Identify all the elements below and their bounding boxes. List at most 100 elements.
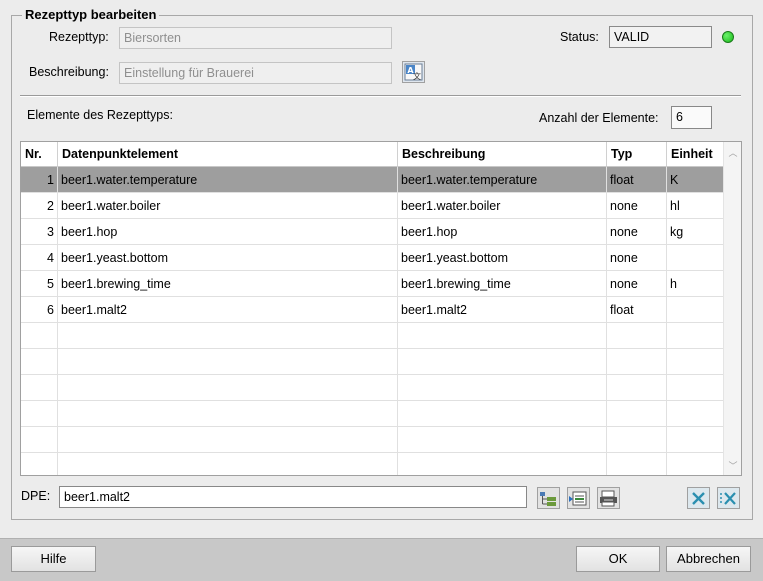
column-header-nr[interactable]: Nr.: [21, 142, 58, 167]
vertical-scrollbar[interactable]: ︿ ﹀: [723, 142, 741, 475]
language-translate-icon: A 文: [404, 63, 423, 81]
rezepttyp-label: Rezepttyp:: [49, 30, 109, 44]
cell-beschreibung: [398, 323, 607, 349]
column-header-typ[interactable]: Typ: [607, 142, 667, 167]
cell-datenpunktelement: beer1.water.boiler: [58, 193, 398, 219]
cell-einheit: [667, 401, 723, 427]
cell-datenpunktelement: beer1.hop: [58, 219, 398, 245]
table-row[interactable]: 4 beer1.yeast.bottom beer1.yeast.bottom non…: [21, 245, 723, 271]
cell-einheit: [667, 245, 723, 271]
cell-datenpunktelement: beer1.brewing_time: [58, 271, 398, 297]
cell-beschreibung: [398, 375, 607, 401]
empty-table-row[interactable]: [21, 349, 723, 375]
replace-element-button[interactable]: [597, 487, 620, 509]
element-count-field: 6: [671, 106, 712, 129]
beschreibung-label: Beschreibung:: [29, 65, 109, 79]
cell-typ: none: [607, 271, 667, 297]
cell-nr: [21, 323, 58, 349]
dp-tree-icon: [540, 491, 556, 506]
replace-element-icon: [600, 490, 617, 506]
empty-table-row[interactable]: [21, 323, 723, 349]
column-header-beschreibung[interactable]: Beschreibung: [398, 142, 607, 167]
rezepttyp-field: Biersorten: [119, 27, 392, 49]
status-field: VALID: [609, 26, 712, 48]
cell-datenpunktelement: beer1.malt2: [58, 297, 398, 323]
empty-table-row[interactable]: [21, 453, 723, 475]
table-row[interactable]: 1 beer1.water.temperature beer1.water.temp…: [21, 167, 723, 193]
cell-typ: [607, 323, 667, 349]
scroll-up-icon[interactable]: ︿: [724, 146, 741, 159]
cell-datenpunktelement: [58, 323, 398, 349]
delete-all-icon: [720, 491, 736, 505]
ok-button[interactable]: OK: [576, 546, 660, 572]
column-header-datenpunktelement[interactable]: Datenpunktelement: [58, 142, 398, 167]
cell-einheit: h: [670, 277, 677, 291]
beschreibung-field: Einstellung für Brauerei: [119, 62, 392, 84]
cell-typ: [607, 453, 667, 475]
cell-datenpunktelement: beer1.water.temperature: [58, 167, 398, 193]
cell-nr: [21, 375, 58, 401]
cell-beschreibung: beer1.brewing_time: [398, 271, 607, 297]
cell-nr: 2: [21, 193, 58, 219]
dp-tree-button[interactable]: [537, 487, 560, 509]
cell-nr: [21, 427, 58, 453]
cell-beschreibung: [398, 401, 607, 427]
cell-beschreibung: beer1.malt2: [398, 297, 607, 323]
svg-text:文: 文: [413, 71, 421, 81]
cell-einheit: [667, 323, 723, 349]
cell-beschreibung: [398, 427, 607, 453]
help-button[interactable]: Hilfe: [11, 546, 96, 572]
empty-table-row[interactable]: [21, 375, 723, 401]
cell-nr: 3: [21, 219, 58, 245]
cell-nr: 4: [21, 245, 58, 271]
scroll-down-icon[interactable]: ﹀: [724, 459, 741, 472]
cell-beschreibung: beer1.yeast.bottom: [398, 245, 607, 271]
cell-einheit: [667, 349, 723, 375]
element-count-label: Anzahl der Elemente:: [539, 111, 659, 125]
insert-element-button[interactable]: [567, 487, 590, 509]
cell-typ: none: [607, 245, 667, 271]
cell-datenpunktelement: [58, 427, 398, 453]
table-header: Nr. Datenpunktelement Beschreibung Typ E…: [21, 142, 723, 167]
column-header-einheit[interactable]: Einheit: [667, 142, 723, 167]
cell-typ: none: [607, 193, 667, 219]
cell-beschreibung: [398, 453, 607, 475]
cell-nr: 5: [21, 271, 58, 297]
delete-element-button[interactable]: [687, 487, 710, 509]
cell-typ: [607, 375, 667, 401]
dpe-label: DPE:: [21, 489, 51, 503]
cell-datenpunktelement: beer1.yeast.bottom: [58, 245, 398, 271]
table-row[interactable]: 2 beer1.water.boiler beer1.water.boiler non…: [21, 193, 723, 219]
cell-datenpunktelement: [58, 453, 398, 475]
language-translate-button[interactable]: A 文: [402, 61, 425, 83]
cell-beschreibung: beer1.water.temperature: [398, 167, 607, 193]
table-row[interactable]: 3 beer1.hop beer1.hop none kg: [21, 219, 723, 245]
cell-nr: [21, 453, 58, 475]
status-led-icon: [722, 31, 734, 43]
empty-table-row[interactable]: [21, 401, 723, 427]
cell-datenpunktelement: [58, 401, 398, 427]
cell-nr: 6: [21, 297, 58, 323]
delete-element-icon: [692, 491, 705, 505]
dialog-title: Rezepttyp bearbeiten: [22, 7, 160, 22]
cell-einheit: [667, 453, 723, 475]
delete-all-button[interactable]: [717, 487, 740, 509]
dpe-input[interactable]: beer1.malt2: [59, 486, 527, 508]
cell-nr: [21, 349, 58, 375]
cell-typ: none: [607, 219, 667, 245]
elements-table[interactable]: Nr. Datenpunktelement Beschreibung Typ E…: [20, 141, 742, 476]
cell-typ: [607, 427, 667, 453]
cell-beschreibung: beer1.hop: [398, 219, 607, 245]
cell-einheit: [667, 297, 723, 323]
table-row[interactable]: 6 beer1.malt2 beer1.malt2 float: [21, 297, 723, 323]
cancel-button[interactable]: Abbrechen: [666, 546, 751, 572]
cell-einheit: kg: [670, 225, 684, 239]
cell-beschreibung: [398, 349, 607, 375]
table-row[interactable]: 5 beer1.brewing_time beer1.brewing_time non…: [21, 271, 723, 297]
cell-einheit: hl: [670, 199, 680, 213]
empty-table-row[interactable]: [21, 427, 723, 453]
cell-typ: [607, 401, 667, 427]
cell-nr: [21, 401, 58, 427]
cell-datenpunktelement: [58, 349, 398, 375]
cell-datenpunktelement: [58, 375, 398, 401]
